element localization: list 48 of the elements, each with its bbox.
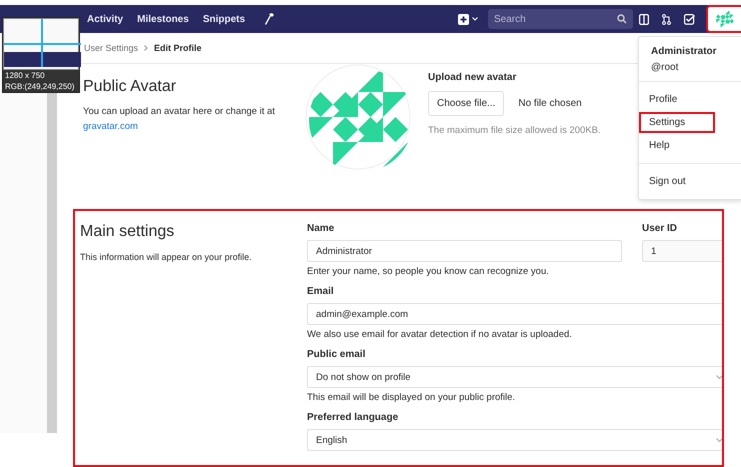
crosshair-icon xyxy=(4,19,81,67)
merge-request-icon[interactable] xyxy=(662,14,671,24)
menu-item[interactable]: Settings xyxy=(639,112,715,133)
choose-file-button[interactable]: Choose file... xyxy=(428,90,504,116)
select-value: Do not show on profile xyxy=(316,372,411,383)
menu-item[interactable]: Sign out xyxy=(639,171,714,192)
field-label: User ID xyxy=(642,223,678,234)
help-text: This email will be displayed on your public profile. xyxy=(307,392,516,404)
search-field[interactable]: Search xyxy=(488,9,633,29)
nav-link[interactable]: Milestones xyxy=(137,14,189,24)
nav-link[interactable]: Snippets xyxy=(202,14,246,24)
nav-link[interactable]: Activity xyxy=(87,14,124,24)
sidebar-toggle-icon[interactable] xyxy=(639,14,649,24)
section-description: You can upload an avatar here or change it at gravatar.com xyxy=(83,104,276,134)
chevron-down-icon xyxy=(716,374,722,380)
upload-hint: The maximum file size allowed is 200KB. xyxy=(428,124,601,136)
breadcrumb-item: Edit Profile xyxy=(154,42,202,53)
select-field[interactable]: English xyxy=(307,429,722,452)
capture-size: 1280 x 750 xyxy=(4,70,46,81)
caret-icon xyxy=(472,17,478,21)
user-handle: @root xyxy=(651,62,680,73)
breadcrumb-item[interactable]: User Settings xyxy=(84,42,138,53)
section-description: This information will appear on your profile. xyxy=(80,251,253,264)
capture-color: RGB:(249,249,250) xyxy=(4,81,76,92)
section-title: Main settings xyxy=(80,223,174,242)
select-value: English xyxy=(316,434,348,446)
section-title: Public Avatar xyxy=(83,78,176,96)
input-field[interactable]: 1 xyxy=(642,240,722,262)
menu-item[interactable]: Help xyxy=(639,135,714,156)
field-label: Public email xyxy=(307,349,366,360)
chevron-right-icon xyxy=(144,44,148,51)
field-label: Email xyxy=(307,286,334,298)
todo-icon[interactable] xyxy=(684,14,695,24)
chevron-down-icon xyxy=(716,438,722,443)
file-status: No file chosen xyxy=(518,98,582,108)
plus-icon[interactable] xyxy=(458,14,469,24)
select-field[interactable]: Do not show on profile xyxy=(307,366,722,388)
upload-label: Upload new avatar xyxy=(428,72,516,82)
gravatar-link[interactable]: gravatar.com xyxy=(83,120,138,132)
input-field[interactable]: admin@example.com xyxy=(307,303,722,326)
field-label: Preferred language xyxy=(307,412,398,424)
help-text: We also use email for avatar detection if no avatar is uploaded. xyxy=(307,329,572,340)
user-name: Administrator xyxy=(651,46,718,57)
menu-item[interactable]: Profile xyxy=(639,89,714,110)
help-text: Enter your name, so people you know can recognize you. xyxy=(307,266,549,278)
input-field[interactable]: Administrator xyxy=(307,240,622,262)
wrench-icon[interactable] xyxy=(265,13,276,25)
field-label: Name xyxy=(307,223,334,234)
